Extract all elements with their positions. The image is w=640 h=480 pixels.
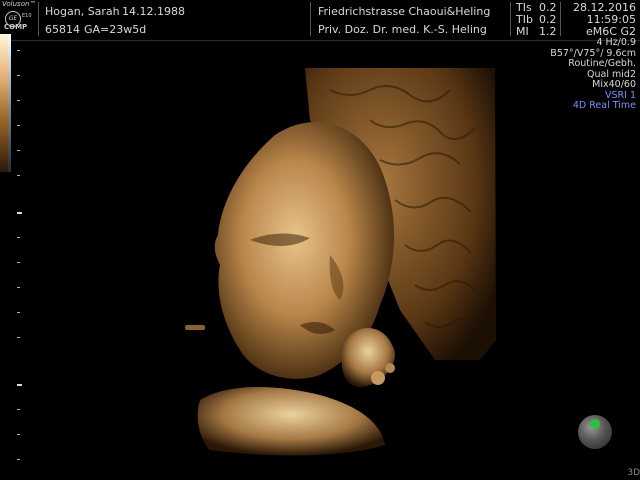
color-map-bar <box>0 34 8 172</box>
ruler-tick <box>17 125 20 126</box>
ruler-tick <box>17 409 20 410</box>
view-mode-label: 3D <box>627 468 640 478</box>
mi-value: 1.2 <box>539 25 557 38</box>
patient-dob: 14.12.1988 <box>122 5 185 18</box>
param-frame-rate: 4 Hz/0.9 <box>596 37 636 48</box>
ruler-tick <box>17 262 20 263</box>
param-preset: Routine/Gebh. <box>568 58 636 69</box>
logo-brand: Voluson™ <box>2 0 37 8</box>
voluson-logo: Voluson™ GE E10 COMP <box>0 0 38 32</box>
orientation-ball[interactable] <box>578 415 612 449</box>
param-mix: Mix40/60 <box>592 79 636 90</box>
gestational-age: GA=23w5d <box>84 23 147 36</box>
ruler-tick <box>17 337 20 338</box>
header-divider <box>38 2 39 36</box>
header-bar: Voluson™ GE E10 COMP Hogan, Sarah 14.12.… <box>0 0 640 41</box>
institution-name: Friedrichstrasse Chaoui&Heling <box>318 5 491 18</box>
patient-name: Hogan, Sarah <box>45 5 120 18</box>
ruler-tick <box>17 75 20 76</box>
fetal-3d-render <box>185 68 496 456</box>
ruler-tick <box>17 150 20 151</box>
param-mode: 4D Real Time <box>572 100 636 111</box>
ruler-tick-major <box>17 384 22 386</box>
imaging-parameters: 4 Hz/0.9 B57°/V75°/ 9.6cm Routine/Gebh. … <box>550 37 636 112</box>
fetal-hand <box>341 327 395 387</box>
ruler-tick <box>17 287 20 288</box>
tissue-speck <box>185 325 205 330</box>
patient-id: 65814 <box>45 23 80 36</box>
ruler-tick <box>17 100 20 101</box>
header-divider <box>560 2 561 36</box>
ruler-tick <box>17 459 20 460</box>
logo-model: E10 <box>22 13 32 19</box>
ruler-tick <box>17 312 20 313</box>
ruler-tick <box>17 237 20 238</box>
ruler-tick <box>17 175 20 176</box>
logo-comp: COMP <box>4 23 28 31</box>
lower-limb <box>197 386 385 456</box>
ruler-tick <box>17 434 20 435</box>
header-divider <box>510 2 511 36</box>
finger <box>371 371 385 385</box>
depth-ruler <box>17 40 27 480</box>
mi-label: MI <box>516 25 529 38</box>
orientation-marker-icon <box>590 419 600 429</box>
ruler-tick <box>17 50 20 51</box>
ruler-tick-major <box>17 212 22 214</box>
doctor-name: Priv. Doz. Dr. med. K.-S. Heling <box>318 23 487 36</box>
header-divider <box>310 2 311 36</box>
finger <box>385 363 395 373</box>
